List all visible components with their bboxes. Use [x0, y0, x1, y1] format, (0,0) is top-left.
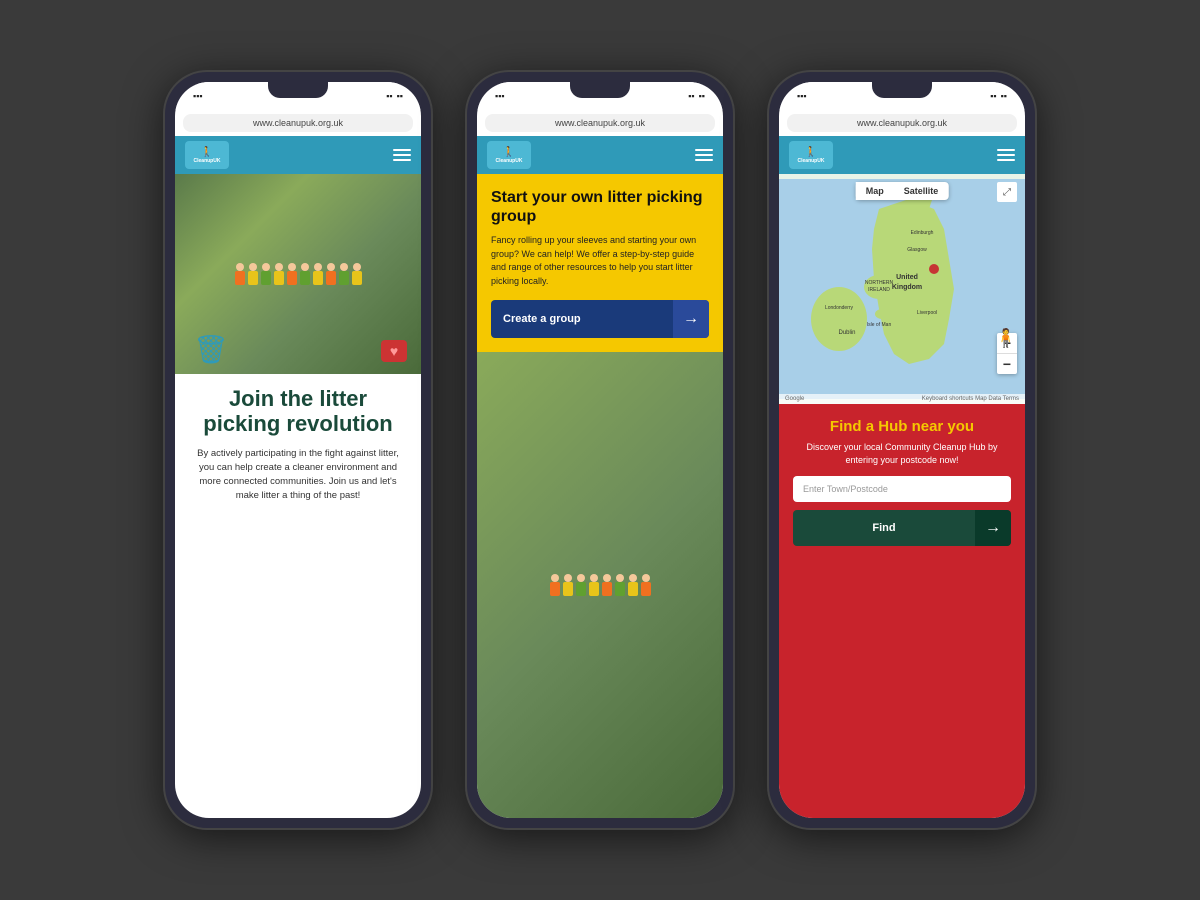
svg-text:Glasgow: Glasgow [907, 247, 927, 253]
wifi-icon-3: ▪▪ [990, 91, 996, 101]
find-hub-section: Find a Hub near you Discover your local … [779, 404, 1025, 818]
signal-icon-2: ▪▪▪ [495, 91, 505, 101]
hamburger-line [393, 149, 411, 151]
create-group-button[interactable]: Create a group → [491, 300, 709, 338]
logo-icon-1: 🚶 [201, 147, 213, 158]
notch-2 [570, 82, 630, 98]
logo-3: 🚶 CleanupUK [789, 141, 833, 169]
svg-text:IRELAND: IRELAND [868, 287, 890, 293]
find-hub-body: Discover your local Community Cleanup Hu… [793, 441, 1011, 466]
hamburger-menu-2[interactable] [695, 149, 713, 161]
screen-content-2: Start your own litter picking group Fanc… [477, 174, 723, 818]
wifi-icon-2: ▪▪ [688, 91, 694, 101]
google-credit: Google [785, 396, 804, 402]
signal-icon-3: ▪▪▪ [797, 91, 807, 101]
url-bar-1[interactable]: www.cleanupuk.org.uk [183, 114, 413, 132]
map-tabs: Map Satellite [856, 182, 949, 200]
logo-2: 🚶 CleanupUK [487, 141, 531, 169]
svg-text:Liverpool: Liverpool [917, 310, 937, 316]
find-btn-arrow-icon: → [975, 510, 1011, 546]
phone1-headline: Join the litter picking revolution [189, 386, 407, 437]
nav-bar-1: 🚶 CleanupUK [175, 136, 421, 174]
nav-bar-2: 🚶 CleanupUK [477, 136, 723, 174]
logo-1: 🚶 CleanupUK [185, 141, 229, 169]
map-credits: Google Keyboard shortcuts Map Data Terms [779, 394, 1025, 404]
svg-text:Londonderry: Londonderry [825, 305, 854, 311]
battery-icon: ▪▪ [397, 91, 403, 101]
hamburger-line [997, 159, 1015, 161]
map-tab-map[interactable]: Map [856, 182, 894, 200]
svg-text:Edinburgh: Edinburgh [911, 230, 934, 236]
svg-text:Kingdom: Kingdom [892, 284, 922, 291]
find-button[interactable]: Find → [793, 510, 1011, 546]
phone2-headline: Start your own litter picking group [491, 188, 709, 226]
people-group [235, 263, 362, 285]
create-btn-label: Create a group [491, 313, 673, 325]
url-bar-3[interactable]: www.cleanupuk.org.uk [787, 114, 1017, 132]
streetview-icon[interactable]: 🧍 [995, 328, 1017, 349]
phone2-photo [477, 352, 723, 818]
logo-text-3: CleanupUK [798, 158, 825, 164]
logo-text-2: CleanupUK [496, 158, 523, 164]
wifi-icon: ▪▪ [386, 91, 392, 101]
map-expand-icon[interactable]: ⤢ [997, 182, 1017, 202]
hamburger-line [997, 149, 1015, 151]
phone1-body: By actively participating in the fight a… [189, 447, 407, 504]
hamburger-menu-3[interactable] [997, 149, 1015, 161]
battery-icon-3: ▪▪ [1001, 91, 1007, 101]
hamburger-line [997, 154, 1015, 156]
svg-text:United: United [896, 274, 918, 281]
uk-map-svg: United Kingdom Dublin NORTHERN IRELAND L… [779, 174, 1025, 404]
notch-1 [268, 82, 328, 98]
trash-icon: 🗑 [193, 333, 229, 366]
svg-text:Dublin: Dublin [838, 330, 855, 336]
hamburger-line [393, 159, 411, 161]
phone2-body: Fancy rolling up your sleeves and starti… [491, 234, 709, 288]
url-bar-2[interactable]: www.cleanupuk.org.uk [485, 114, 715, 132]
yellow-section: Start your own litter picking group Fanc… [477, 174, 723, 352]
logo-text-1: CleanupUK [194, 158, 221, 164]
status-bar-3: ▪▪▪ ▪▪ ▪▪ [779, 82, 1025, 110]
people-group-2 [550, 574, 651, 596]
phone-1: ▪▪▪ ▪▪ ▪▪ www.cleanupuk.org.uk 🚶 Cleanup… [163, 70, 433, 830]
status-bar-2: ▪▪▪ ▪▪ ▪▪ [477, 82, 723, 110]
logo-icon-3: 🚶 [805, 147, 817, 158]
phone-2: ▪▪▪ ▪▪ ▪▪ www.cleanupuk.org.uk 🚶 Cleanup… [465, 70, 735, 830]
hamburger-line [695, 154, 713, 156]
map-section: Map Satellite ⤢ United [779, 174, 1025, 404]
map-tab-satellite[interactable]: Satellite [894, 182, 949, 200]
screen-content-3: Map Satellite ⤢ United [779, 174, 1025, 818]
postcode-input[interactable]: Enter Town/Postcode [793, 476, 1011, 502]
status-bar-1: ▪▪▪ ▪▪ ▪▪ [175, 82, 421, 110]
heart-badge: ♥ [381, 340, 407, 362]
signal-icon: ▪▪▪ [193, 91, 203, 101]
hamburger-line [393, 154, 411, 156]
svg-text:Isle of Man: Isle of Man [867, 322, 892, 328]
hamburger-line [695, 149, 713, 151]
find-btn-label: Find [793, 522, 975, 534]
screen-content-1: 🗑 ♥ Join the litter picking revolution B… [175, 174, 421, 818]
map-terms: Keyboard shortcuts Map Data Terms [922, 396, 1019, 402]
find-hub-headline: Find a Hub near you [793, 418, 1011, 435]
nav-bar-3: 🚶 CleanupUK [779, 136, 1025, 174]
battery-icon-2: ▪▪ [699, 91, 705, 101]
logo-icon-2: 🚶 [503, 147, 515, 158]
hero-image-1: 🗑 ♥ [175, 174, 421, 374]
zoom-out-button[interactable]: − [997, 354, 1017, 374]
create-btn-arrow-icon: → [673, 300, 709, 338]
hamburger-menu-1[interactable] [393, 149, 411, 161]
notch-3 [872, 82, 932, 98]
hamburger-line [695, 159, 713, 161]
phone1-text-area: Join the litter picking revolution By ac… [175, 374, 421, 818]
phone-3: ▪▪▪ ▪▪ ▪▪ www.cleanupuk.org.uk 🚶 Cleanup… [767, 70, 1037, 830]
svg-text:NORTHERN: NORTHERN [865, 280, 894, 286]
